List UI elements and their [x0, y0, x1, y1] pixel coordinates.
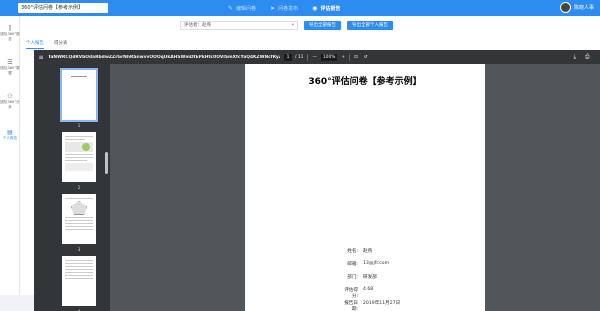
- zoom-in-icon[interactable]: +: [341, 55, 345, 60]
- info-value: 2019年11月27日: [363, 300, 400, 311]
- thumbnail-number: 3: [62, 247, 96, 252]
- tab-personal-report[interactable]: 个人报告: [26, 40, 44, 49]
- list-icon: ☰: [7, 59, 12, 66]
- edit-icon: ✎: [228, 5, 233, 12]
- zoom-out-icon[interactable]: —: [312, 55, 316, 60]
- info-value: 4.68: [363, 287, 373, 299]
- sidebar-item-team-report[interactable]: ⫿ 团队360°报告: [0, 16, 20, 50]
- page-thumbnail[interactable]: [62, 194, 96, 244]
- tab-score-table[interactable]: 得分表: [54, 40, 68, 49]
- pdf-filename: TaNWRCQdRVbOdaRbdwZZrGrNhRSnwvvOOOqUkAHS…: [48, 55, 280, 60]
- sidebar-item-team-analysis[interactable]: ⚇ 团队360°分析: [0, 84, 20, 118]
- export-all-report-button[interactable]: 导出全部个人报告: [347, 21, 393, 30]
- thumbnail-panel: 1 2 3: [34, 64, 110, 311]
- chart-icon: ⫿: [9, 25, 11, 32]
- info-row: 邮箱: 13@jfr.com: [339, 261, 389, 267]
- thumbnail-number: 1: [62, 123, 96, 128]
- document-title-field[interactable]: 360°评估问卷【参考示例】: [18, 3, 108, 13]
- pdf-page: 360°评估问卷【参考示例】 姓名: 赵燕 邮箱: 13@jfr.com 部门:…: [245, 64, 485, 311]
- document-heading: 360°评估问卷【参考示例】: [245, 74, 485, 87]
- download-icon[interactable]: ⤓: [574, 54, 576, 61]
- print-icon[interactable]: ⎙: [585, 54, 589, 61]
- select-value: 评估者：赵燕: [184, 23, 211, 28]
- rotate-icon[interactable]: ↺: [364, 55, 368, 60]
- pdf-toolbar: ≡ TaNWRCQdRVbOdaRbdwZZrGrNhRSnwvvOOOqUkA…: [34, 50, 600, 64]
- info-row: 部门: 研发部: [339, 274, 377, 280]
- info-key: 部门:: [339, 274, 363, 280]
- avatar: [560, 2, 571, 13]
- report-tabs: 个人报告 得分表: [26, 40, 68, 49]
- step-label: 评估报告: [320, 5, 340, 12]
- info-row: 报告日期: 2019年11月27日: [339, 300, 400, 311]
- page-total: / 11: [295, 55, 303, 60]
- chevron-down-icon: ▾: [292, 22, 294, 29]
- sidebar-item-label: 团队360°数据: [0, 66, 20, 75]
- zoom-controls: — 100% +: [312, 54, 345, 61]
- report-toolbar: 评估者：赵燕 ▾ 导出全部报告 导出全部个人报告: [180, 21, 393, 30]
- pdf-viewer: ≡ TaNWRCQdRVbOdaRbdwZZrGrNhRSnwvvOOOqUkA…: [34, 50, 600, 311]
- info-value: 赵燕: [363, 248, 372, 254]
- info-value: 13@jfr.com: [363, 261, 389, 267]
- sidebar-item-team-data[interactable]: ☰ 团队360°数据: [0, 50, 20, 84]
- info-value: 研发部: [363, 274, 377, 280]
- sidebar-item-label: 团队360°报告: [0, 32, 20, 41]
- info-key: 邮箱:: [339, 261, 363, 267]
- step-edit[interactable]: ✎ 编辑问卷: [228, 5, 256, 12]
- sidebar-item-personal-report[interactable]: ▤ 个人报告: [0, 118, 20, 152]
- info-key: 姓名:: [339, 248, 363, 254]
- thumbnail-scrollbar[interactable]: [105, 152, 108, 174]
- send-icon: ➤: [270, 5, 275, 12]
- sidebar-item-label: 团队360°分析: [0, 100, 20, 109]
- page-thumbnail[interactable]: [62, 256, 96, 306]
- divider: [349, 54, 350, 61]
- team-icon: ⚇: [7, 93, 12, 100]
- thumbnail-number: 2: [62, 185, 96, 190]
- pdf-actions: ⤓ ⎙ ⋮: [574, 50, 600, 64]
- top-bar: 360°评估问卷【参考示例】 ✎ 编辑问卷 ➤ 问卷发布 ◉ 评估报告 陈晓人事: [0, 0, 600, 16]
- step-label: 编辑问卷: [236, 5, 256, 12]
- step-label: 问卷发布: [278, 5, 298, 12]
- page-thumbnail[interactable]: [62, 132, 96, 182]
- user-name: 陈晓人事: [574, 4, 594, 11]
- page-number-input[interactable]: 1: [284, 54, 292, 61]
- sidebar: ⫿ 团队360°报告 ☰ 团队360°数据 ⚇ 团队360°分析 ▤ 个人报告: [0, 16, 20, 295]
- page-thumbnail[interactable]: [62, 70, 96, 120]
- info-key: 评估得分:: [339, 287, 363, 299]
- workflow-steps: ✎ 编辑问卷 ➤ 问卷发布 ◉ 评估报告: [228, 0, 340, 16]
- info-row: 评估得分: 4.68: [339, 287, 373, 299]
- menu-icon[interactable]: ≡: [34, 54, 48, 61]
- main-content: 评估者：赵燕 ▾ 导出全部报告 导出全部个人报告 个人报告 得分表 ≡ TaNW…: [20, 16, 600, 295]
- fit-page-icon[interactable]: ⊡: [354, 55, 358, 60]
- info-key: 报告日期:: [339, 300, 363, 311]
- page-indicator: 1 / 11: [284, 54, 303, 61]
- info-row: 姓名: 赵燕: [339, 248, 372, 254]
- step-publish[interactable]: ➤ 问卷发布: [270, 5, 298, 12]
- report-icon: ◉: [312, 5, 317, 12]
- divider: [307, 54, 308, 61]
- export-report-button[interactable]: 导出全部报告: [304, 21, 341, 30]
- user-menu[interactable]: 陈晓人事: [560, 2, 594, 13]
- zoom-level[interactable]: 100%: [321, 54, 338, 61]
- sidebar-item-label: 个人报告: [3, 136, 17, 141]
- step-report[interactable]: ◉ 评估报告: [312, 5, 340, 12]
- evaluatee-select[interactable]: 评估者：赵燕 ▾: [180, 21, 298, 30]
